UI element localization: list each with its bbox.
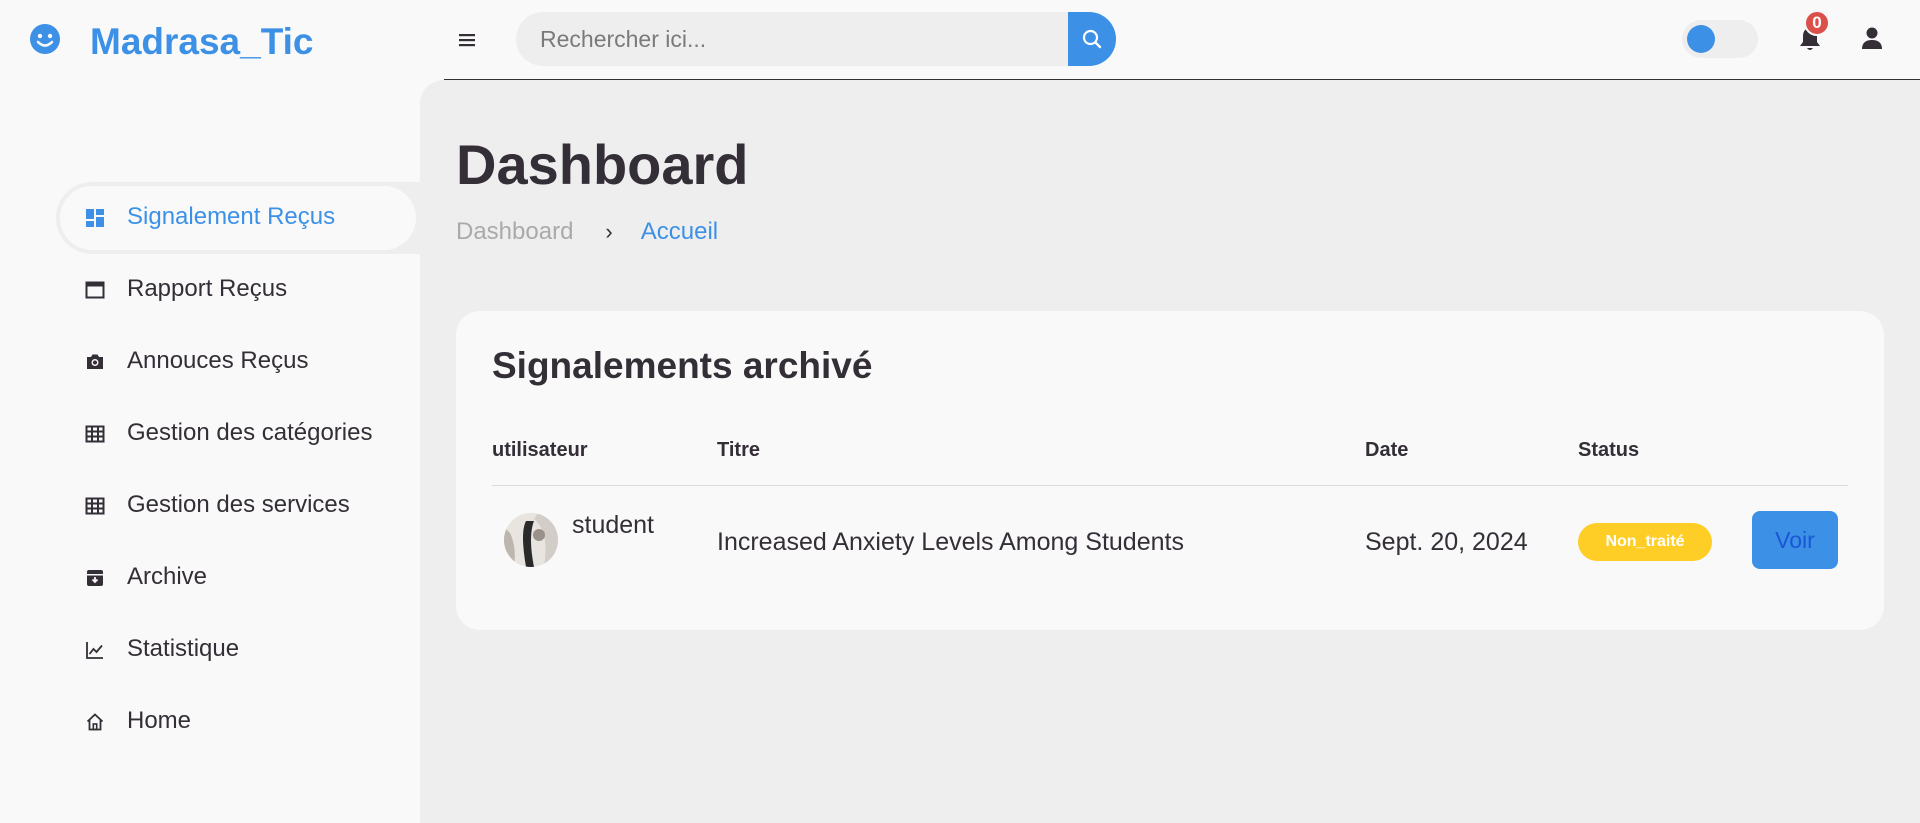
window-icon [85, 281, 105, 299]
smile-icon [30, 24, 60, 54]
header-divider [492, 485, 1848, 486]
search-input[interactable] [516, 12, 1068, 66]
status-badge: Non_traité [1578, 523, 1712, 561]
archive-icon [87, 570, 103, 586]
search-form [516, 12, 1116, 66]
toggle-knob [1687, 25, 1715, 53]
sidebar-item-annouces-recus[interactable]: Annouces Reçus [56, 326, 420, 398]
view-button[interactable]: Voir [1752, 511, 1838, 569]
sidebar-link[interactable]: Signalement Reçus [60, 186, 416, 250]
sidebar-link[interactable]: Annouces Reçus [60, 330, 416, 394]
sidebar-link[interactable]: Statistique [60, 618, 416, 682]
brand-name: Madrasa_Tic [90, 21, 314, 62]
top-navbar: Madrasa_Tic 0 [0, 0, 1920, 81]
sidebar-link[interactable]: Home [60, 690, 416, 754]
avatar [504, 513, 558, 567]
column-header-status: Status [1578, 439, 1640, 461]
sidebar-item-rapport-recus[interactable]: Rapport Reçus [56, 254, 420, 326]
card-title: Signalements archivé [492, 345, 873, 386]
dark-mode-toggle[interactable] [1682, 20, 1758, 58]
sidebar-item-statistique[interactable]: Statistique [56, 614, 420, 686]
sidebar-item-archive[interactable]: Archive [56, 542, 420, 614]
column-header-user: utilisateur [492, 439, 588, 461]
sidebar-item-label: Rapport Reçus [127, 275, 288, 302]
camera-icon [87, 354, 103, 369]
line-chart-icon [86, 642, 103, 659]
cell-date: Sept. 20, 2024 [1365, 528, 1528, 556]
dashboard-icon [86, 209, 104, 227]
sidebar-item-home[interactable]: Home [56, 686, 420, 758]
notification-count-badge: 0 [1804, 10, 1830, 36]
breadcrumb: Dashboard › Accueil [456, 218, 718, 246]
archived-reports-card: Signalements archivé utilisateur Titre D… [456, 311, 1884, 630]
sidebar-link[interactable]: Rapport Reçus [60, 258, 416, 322]
menu-icon[interactable] [456, 28, 480, 52]
table-icon [85, 425, 105, 443]
table-icon [85, 497, 105, 515]
page-title: Dashboard [456, 133, 749, 196]
sidebar-item-label: Gestion des services [127, 491, 350, 518]
sidebar-item-gestion-categories[interactable]: Gestion des catégories [56, 398, 420, 470]
search-button[interactable] [1068, 12, 1116, 66]
breadcrumb-item[interactable]: Dashboard [456, 218, 573, 246]
sidebar-item-signalement-recus[interactable]: Signalement Reçus [56, 182, 420, 254]
cell-user: student [572, 511, 655, 539]
cell-title: Increased Anxiety Levels Among Students [717, 528, 1184, 556]
sidebar-link[interactable]: Gestion des catégories [60, 402, 416, 466]
chevron-right-icon: › [605, 219, 613, 244]
sidebar-item-label: Annouces Reçus [127, 347, 309, 374]
sidebar-menu: Signalement Reçus Rapport Reçus Annouces… [56, 182, 420, 758]
brand[interactable]: Madrasa_Tic [28, 21, 314, 62]
sidebar-item-gestion-services[interactable]: Gestion des services [56, 470, 420, 542]
sidebar-link[interactable]: Archive [60, 546, 416, 610]
sidebar-link[interactable]: Gestion des services [60, 474, 416, 538]
sidebar: Signalement Reçus Rapport Reçus Annouces… [0, 80, 420, 823]
column-header-date: Date [1365, 439, 1409, 461]
sidebar-item-label: Gestion des catégories [127, 419, 373, 446]
search-icon [1082, 29, 1102, 49]
sidebar-item-label: Home [127, 707, 192, 734]
sidebar-item-label: Statistique [127, 635, 240, 662]
user-icon[interactable] [1858, 24, 1886, 52]
home-icon [86, 713, 104, 731]
sidebar-item-label: Signalement Reçus [127, 203, 336, 230]
breadcrumb-item-active[interactable]: Accueil [641, 218, 718, 246]
sidebar-item-label: Archive [127, 563, 208, 590]
column-header-title: Titre [717, 439, 760, 461]
